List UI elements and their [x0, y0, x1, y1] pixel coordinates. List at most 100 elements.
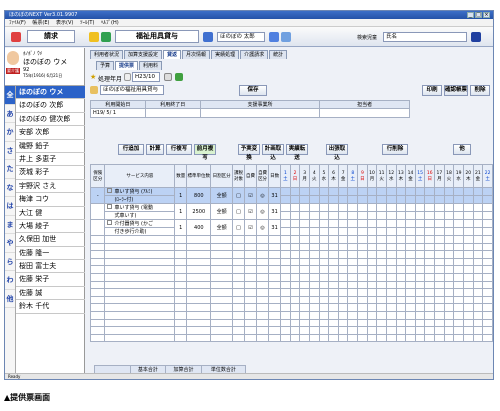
- empty-cell[interactable]: [453, 295, 464, 305]
- day-cell[interactable]: [405, 219, 416, 228]
- empty-cell[interactable]: [318, 250, 330, 259]
- user-list-item[interactable]: 久保田 加世: [16, 233, 85, 247]
- empty-cell[interactable]: [268, 272, 282, 282]
- user-list-item[interactable]: 茨城 彩子: [16, 166, 85, 180]
- empty-cell[interactable]: [299, 288, 310, 297]
- empty-cell[interactable]: [453, 265, 464, 274]
- day-cell[interactable]: [453, 203, 464, 212]
- empty-cell[interactable]: [405, 280, 416, 290]
- day-cell[interactable]: [289, 187, 301, 196]
- empty-cell[interactable]: [280, 326, 291, 335]
- day-cell[interactable]: [443, 219, 455, 228]
- day-cell[interactable]: [443, 195, 455, 204]
- empty-cell[interactable]: [482, 280, 493, 290]
- day-cell[interactable]: [376, 219, 387, 228]
- empty-cell[interactable]: [366, 265, 378, 274]
- empty-cell[interactable]: [395, 280, 407, 290]
- day-cell[interactable]: [453, 227, 464, 236]
- empty-cell[interactable]: [405, 235, 416, 244]
- empty-cell[interactable]: [309, 295, 320, 305]
- daily-cell[interactable]: 全額: [210, 203, 233, 220]
- empty-cell[interactable]: [186, 242, 212, 252]
- day-cell[interactable]: [357, 211, 368, 220]
- empty-cell[interactable]: [318, 257, 330, 267]
- grid-icon[interactable]: [164, 73, 172, 81]
- empty-cell[interactable]: [89, 326, 106, 335]
- user-list-item[interactable]: 磯野 鉛子: [16, 140, 85, 153]
- empty-cell[interactable]: [231, 257, 246, 267]
- empty-cell[interactable]: [318, 333, 330, 343]
- empty-cell[interactable]: [424, 272, 436, 282]
- day-cell[interactable]: [328, 227, 339, 236]
- empty-cell[interactable]: [347, 242, 359, 252]
- user-list-item[interactable]: ほのぼの 健次郎: [16, 113, 85, 127]
- empty-cell[interactable]: [472, 310, 484, 320]
- table-row[interactable]: [89, 280, 493, 290]
- empty-cell[interactable]: [414, 272, 426, 282]
- menu-file[interactable]: ﾌｧｲﾙ(F): [9, 20, 26, 26]
- empty-cell[interactable]: [424, 295, 436, 305]
- empty-cell[interactable]: [453, 235, 464, 244]
- empty-cell[interactable]: [256, 288, 270, 297]
- kana-index-8[interactable]: や: [5, 234, 15, 253]
- empty-cell[interactable]: [472, 318, 484, 328]
- empty-cell[interactable]: [309, 333, 320, 343]
- empty-cell[interactable]: [357, 303, 368, 312]
- empty-cell[interactable]: [414, 303, 426, 312]
- empty-cell[interactable]: [174, 288, 188, 297]
- empty-cell[interactable]: [357, 288, 368, 297]
- day-cell[interactable]: [347, 203, 359, 212]
- user-list-item[interactable]: 宇野沢 さえ: [16, 180, 85, 194]
- empty-cell[interactable]: [386, 235, 397, 244]
- table-row[interactable]: [89, 250, 493, 259]
- empty-cell[interactable]: [318, 280, 330, 290]
- empty-cell[interactable]: [434, 280, 445, 290]
- empty-cell[interactable]: [386, 272, 397, 282]
- empty-cell[interactable]: [89, 333, 106, 343]
- empty-cell[interactable]: [309, 310, 320, 320]
- empty-cell[interactable]: [244, 303, 258, 312]
- empty-cell[interactable]: [347, 280, 359, 290]
- empty-cell[interactable]: [482, 257, 493, 267]
- empty-cell[interactable]: [395, 303, 407, 312]
- empty-cell[interactable]: [328, 250, 339, 259]
- table-row[interactable]: [89, 303, 493, 312]
- empty-cell[interactable]: [280, 318, 291, 328]
- empty-cell[interactable]: [414, 326, 426, 335]
- empty-cell[interactable]: [366, 280, 378, 290]
- empty-cell[interactable]: [231, 326, 246, 335]
- day-cell[interactable]: [472, 211, 484, 220]
- empty-cell[interactable]: [104, 280, 176, 290]
- empty-cell[interactable]: [376, 310, 387, 320]
- day-cell[interactable]: [376, 227, 387, 236]
- empty-cell[interactable]: [453, 272, 464, 282]
- table-row[interactable]: [89, 288, 493, 297]
- empty-cell[interactable]: [328, 272, 339, 282]
- tab-3[interactable]: 月次情報: [182, 50, 211, 59]
- empty-cell[interactable]: [104, 310, 176, 320]
- row-checkbox[interactable]: [107, 204, 113, 209]
- office-icon[interactable]: [203, 32, 213, 42]
- empty-cell[interactable]: [186, 326, 212, 335]
- day-cell[interactable]: [424, 227, 436, 236]
- day-cell[interactable]: [424, 187, 436, 196]
- empty-cell[interactable]: [89, 242, 106, 252]
- tab-2[interactable]: 貸返: [163, 50, 182, 59]
- empty-cell[interactable]: [443, 242, 455, 252]
- service-cell[interactable]: 介付器貸与 (かご: [104, 219, 176, 228]
- user-list-item[interactable]: 井上 多恵子: [16, 153, 85, 167]
- request-button[interactable]: 請求: [27, 30, 75, 43]
- user-list-item[interactable]: ほのぼの ウメ: [16, 86, 85, 100]
- empty-cell[interactable]: [337, 310, 349, 320]
- field-import-button[interactable]: 出張取込: [326, 144, 348, 161]
- empty-cell[interactable]: [244, 257, 258, 267]
- empty-cell[interactable]: [318, 288, 330, 297]
- empty-cell[interactable]: [268, 242, 282, 252]
- tab-4[interactable]: 実績処理: [211, 50, 240, 59]
- empty-cell[interactable]: [337, 242, 349, 252]
- day-cell[interactable]: [482, 195, 493, 204]
- day-cell[interactable]: [280, 203, 291, 212]
- empty-cell[interactable]: [309, 242, 320, 252]
- empty-cell[interactable]: [104, 318, 176, 328]
- empty-cell[interactable]: [268, 326, 282, 335]
